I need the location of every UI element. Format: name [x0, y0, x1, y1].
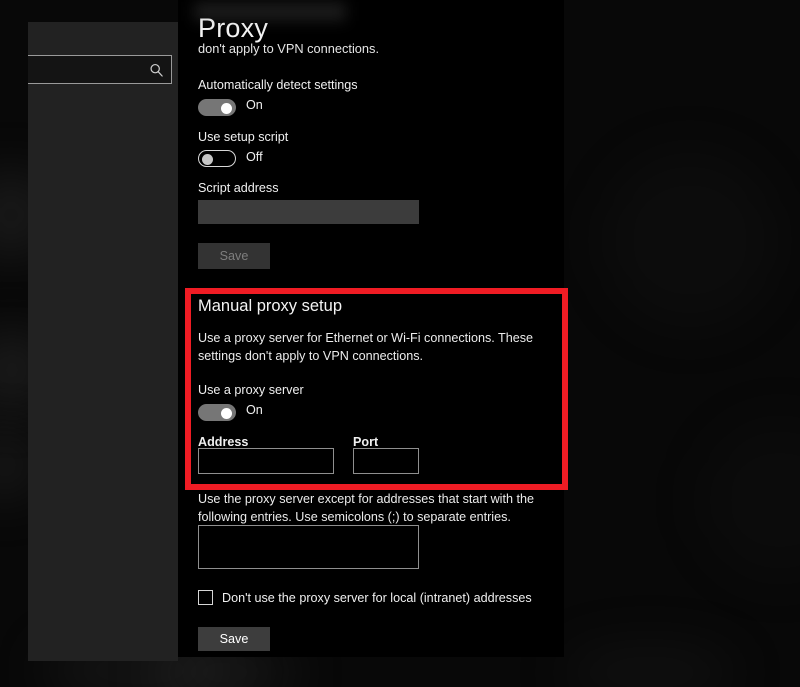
save-automatic-setup-button[interactable]: Save: [198, 243, 270, 269]
use-setup-script-label: Use setup script: [198, 130, 289, 144]
toggle-knob: [221, 408, 232, 419]
port-input[interactable]: [353, 448, 419, 474]
toggle-knob: [221, 103, 232, 114]
page-title: Proxy: [198, 13, 269, 43]
screenshot-root: ot e ot Proxy don't apply to VPN connect…: [0, 0, 800, 687]
use-setup-script-state: Off: [246, 150, 263, 164]
search-icon: [149, 62, 164, 77]
exceptions-description: Use the proxy server except for addresse…: [198, 492, 534, 524]
port-label: Port: [353, 435, 379, 449]
settings-sidebar: ot e ot: [28, 22, 178, 661]
clipped-description-text: don't apply to VPN connections.: [198, 41, 379, 56]
manual-proxy-setup-title: Manual proxy setup: [198, 297, 342, 315]
auto-detect-settings-label: Automatically detect settings: [198, 78, 358, 92]
proxy-settings-panel: Proxy don't apply to VPN connections. Au…: [178, 0, 564, 657]
search-input[interactable]: [28, 55, 172, 84]
auto-detect-settings-toggle[interactable]: [198, 99, 236, 116]
bypass-local-addresses-row[interactable]: Don't use the proxy server for local (in…: [198, 590, 532, 605]
manual-proxy-setup-description: Use a proxy server for Ethernet or Wi-Fi…: [198, 331, 534, 363]
bypass-local-addresses-label: Don't use the proxy server for local (in…: [222, 590, 532, 605]
use-proxy-server-label: Use a proxy server: [198, 383, 304, 397]
use-proxy-server-state: On: [246, 403, 263, 417]
script-address-label: Script address: [198, 181, 279, 195]
save-manual-setup-button[interactable]: Save: [198, 627, 270, 651]
use-setup-script-toggle[interactable]: [198, 150, 236, 167]
script-address-input[interactable]: [198, 200, 419, 224]
exceptions-textarea[interactable]: [198, 525, 419, 569]
address-label: Address: [198, 435, 249, 449]
background-glow: [600, 150, 780, 330]
background-glow: [560, 645, 740, 687]
bypass-local-addresses-checkbox[interactable]: [198, 590, 213, 605]
use-proxy-server-toggle[interactable]: [198, 404, 236, 421]
toggle-knob: [202, 154, 213, 165]
address-input[interactable]: [198, 448, 334, 474]
background-glow: [700, 420, 800, 580]
auto-detect-settings-state: On: [246, 98, 263, 112]
